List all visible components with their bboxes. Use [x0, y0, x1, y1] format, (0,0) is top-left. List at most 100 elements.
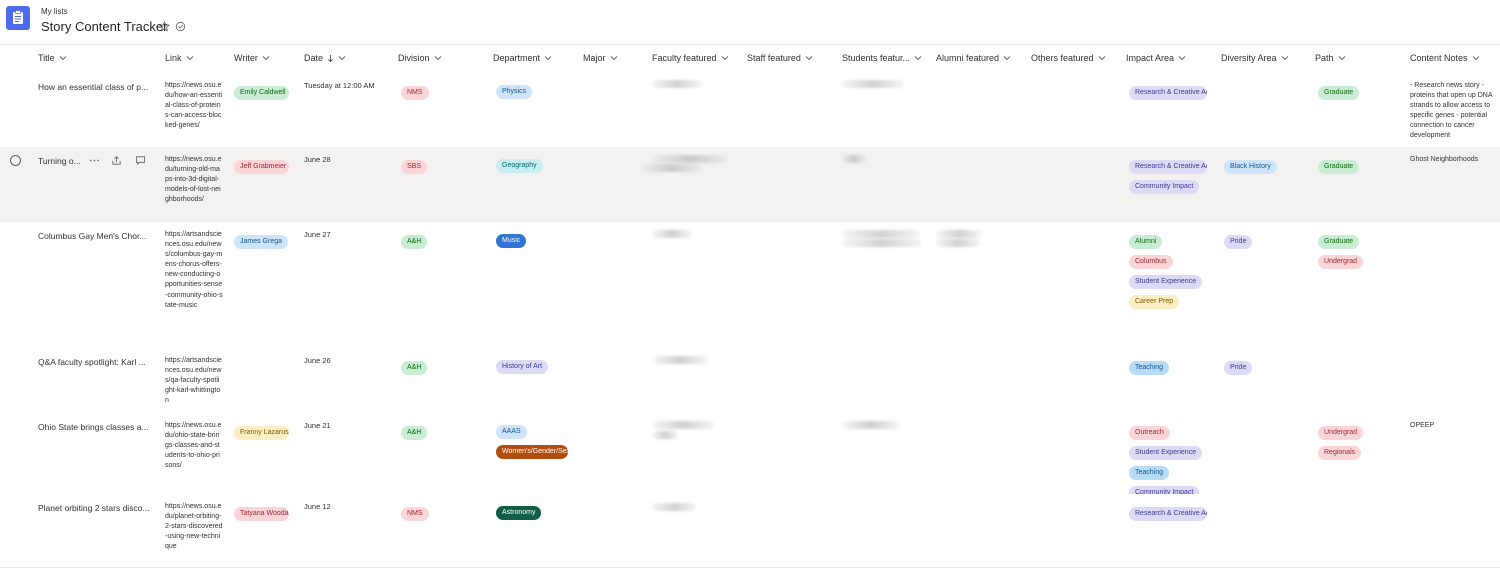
page-title: Story Content Tracker	[41, 19, 168, 34]
impact-area-tag[interactable]: Research & Creative Activity	[1129, 160, 1207, 174]
column-header-path[interactable]: Path	[1315, 53, 1346, 63]
impact-area-tag[interactable]: Alumni	[1129, 235, 1163, 249]
column-header-row: Title Link Writer Date Division Department Maj…	[0, 44, 1500, 74]
more-options-icon[interactable]	[89, 155, 100, 166]
department-tag[interactable]: Physics	[496, 85, 533, 99]
column-header-writer[interactable]: Writer	[234, 53, 270, 63]
share-icon[interactable]	[111, 155, 122, 166]
writer-persona[interactable]: Jeff Grabmeier	[234, 160, 289, 174]
row-link-url[interactable]: https://news.osu.edu/ohio-state-brings-c…	[165, 421, 223, 471]
row-title-link[interactable]: Turning o...	[38, 156, 86, 166]
impact-area-tag[interactable]: Research & Creative Activity	[1129, 507, 1207, 521]
path-tag[interactable]: Undergrad	[1318, 426, 1364, 440]
department-tag[interactable]: Women's/Gender/Sexuality Studies	[496, 445, 568, 459]
department-tag[interactable]: Geography	[496, 159, 543, 173]
row-link-url[interactable]: https://news.osu.edu/how-an-essential-cl…	[165, 81, 223, 131]
writer-persona[interactable]: James Grega	[234, 235, 289, 249]
chevron-down-icon	[721, 56, 728, 61]
division-tag[interactable]: A&H	[401, 361, 428, 375]
impact-area-tag[interactable]: Student Experience	[1129, 275, 1203, 289]
row-date: June 27	[304, 230, 331, 239]
table-row[interactable]: How an essential class of p... https://ne…	[0, 73, 1500, 148]
department-tag[interactable]: History of Art	[496, 360, 549, 374]
division-tag[interactable]: SBS	[401, 160, 428, 174]
diversity-area-tag[interactable]: Black History	[1224, 160, 1277, 174]
diversity-area-tag[interactable]: Pride	[1224, 361, 1253, 375]
impact-area-tag[interactable]: Teaching	[1129, 466, 1170, 480]
info-check-icon[interactable]	[175, 21, 186, 32]
impact-area-tag[interactable]: Columbus	[1129, 255, 1173, 269]
row-link-url[interactable]: https://artsandsciences.osu.edu/news/qa-…	[165, 356, 223, 406]
redacted-name-blur	[842, 239, 922, 247]
list-app-icon[interactable]	[6, 6, 30, 30]
column-header-label: Faculty featured	[652, 53, 717, 63]
column-header-faculty[interactable]: Faculty featured	[652, 53, 729, 63]
impact-area-tag[interactable]: Outreach	[1129, 426, 1170, 440]
column-header-others[interactable]: Others featured	[1031, 53, 1106, 63]
row-link-url[interactable]: https://news.osu.edu/planet-orbiting-2-s…	[165, 502, 223, 552]
path-tag[interactable]: Regionals	[1318, 446, 1362, 460]
column-header-division[interactable]: Division	[398, 53, 442, 63]
impact-area-tag[interactable]: Career Prep	[1129, 295, 1180, 309]
division-tag[interactable]: A&H	[401, 235, 428, 249]
path-tag[interactable]: Graduate	[1318, 86, 1360, 100]
column-header-department[interactable]: Department	[493, 53, 552, 63]
writer-persona[interactable]: Tatyana Woodall	[234, 507, 289, 521]
row-link-url[interactable]: https://artsandsciences.osu.edu/news/col…	[165, 230, 223, 311]
column-header-label: Major	[583, 53, 606, 63]
favorite-star-icon[interactable]	[159, 21, 170, 32]
impact-area-tag[interactable]: Student Experience	[1129, 446, 1203, 460]
table-row[interactable]: Columbus Gay Men's Chor... https://artsan…	[0, 222, 1500, 349]
comment-icon[interactable]	[135, 155, 146, 166]
path-tag[interactable]: Undergrad	[1318, 255, 1364, 269]
chevron-down-icon	[1472, 56, 1479, 61]
row-select-radio[interactable]	[10, 155, 21, 166]
column-header-title[interactable]: Title	[38, 53, 67, 63]
division-tag[interactable]: NMS	[401, 507, 429, 521]
column-header-label: Title	[38, 53, 55, 63]
column-header-diversity[interactable]: Diversity Area	[1221, 53, 1289, 63]
content-notes: OPEEP	[1410, 422, 1435, 429]
column-header-label: Link	[165, 53, 182, 63]
path-tag[interactable]: Graduate	[1318, 235, 1360, 249]
breadcrumb[interactable]: My lists	[41, 7, 68, 16]
row-date: June 21	[304, 421, 331, 430]
division-tag[interactable]: NMS	[401, 86, 429, 100]
column-header-label: Impact Area	[1126, 53, 1175, 63]
column-header-link[interactable]: Link	[165, 53, 194, 63]
department-tag[interactable]: AAAS	[496, 425, 527, 439]
table-row[interactable]: Q&A faculty spotlight: Karl ... https://a…	[0, 348, 1500, 414]
row-title-link[interactable]: Planet orbiting 2 stars disco...	[38, 503, 150, 513]
row-title-link[interactable]: Columbus Gay Men's Chor...	[38, 231, 150, 241]
table-row[interactable]: Planet orbiting 2 stars disco... https://…	[0, 494, 1500, 568]
path-tag[interactable]: Graduate	[1318, 160, 1360, 174]
column-header-label: Alumni featured	[936, 53, 1000, 63]
column-header-staff[interactable]: Staff featured	[747, 53, 813, 63]
row-title-link[interactable]: Ohio State brings classes a...	[38, 422, 150, 432]
row-link-url[interactable]: https://news.osu.edu/turning-old-maps-in…	[165, 155, 223, 205]
department-tag[interactable]: Astronomy	[496, 506, 542, 520]
column-header-date[interactable]: Date	[304, 53, 346, 63]
row-title-link[interactable]: Q&A faculty spotlight: Karl ...	[38, 357, 150, 367]
impact-area-tag[interactable]: Teaching	[1129, 361, 1170, 375]
writer-persona[interactable]: Emily Caldwell	[234, 86, 289, 100]
row-date: Tuesday at 12:00 AM	[304, 81, 375, 90]
redacted-name-blur	[652, 230, 692, 238]
column-header-label: Diversity Area	[1221, 53, 1277, 63]
row-title-link[interactable]: How an essential class of p...	[38, 82, 150, 92]
redacted-name-blur	[652, 155, 728, 163]
department-tag[interactable]: Music	[496, 234, 527, 248]
column-header-notes[interactable]: Content Notes	[1410, 53, 1480, 63]
column-header-alumni[interactable]: Alumni featured	[936, 53, 1011, 63]
writer-persona[interactable]: Franny Lazarus	[234, 426, 289, 440]
diversity-area-tag[interactable]: Pride	[1224, 235, 1253, 249]
column-header-impact[interactable]: Impact Area	[1126, 53, 1186, 63]
impact-area-tag[interactable]: Community Impact	[1129, 180, 1200, 194]
impact-area-tag[interactable]: Research & Creative Activity	[1129, 86, 1207, 100]
column-header-major[interactable]: Major	[583, 53, 618, 63]
division-tag[interactable]: A&H	[401, 426, 428, 440]
table-row[interactable]: Turning o... https://news.osu.edu/turning…	[0, 147, 1500, 223]
table-row[interactable]: Ohio State brings classes a... https://ne…	[0, 413, 1500, 500]
chevron-down-icon	[262, 56, 270, 61]
column-header-students[interactable]: Students featur...	[842, 53, 922, 63]
